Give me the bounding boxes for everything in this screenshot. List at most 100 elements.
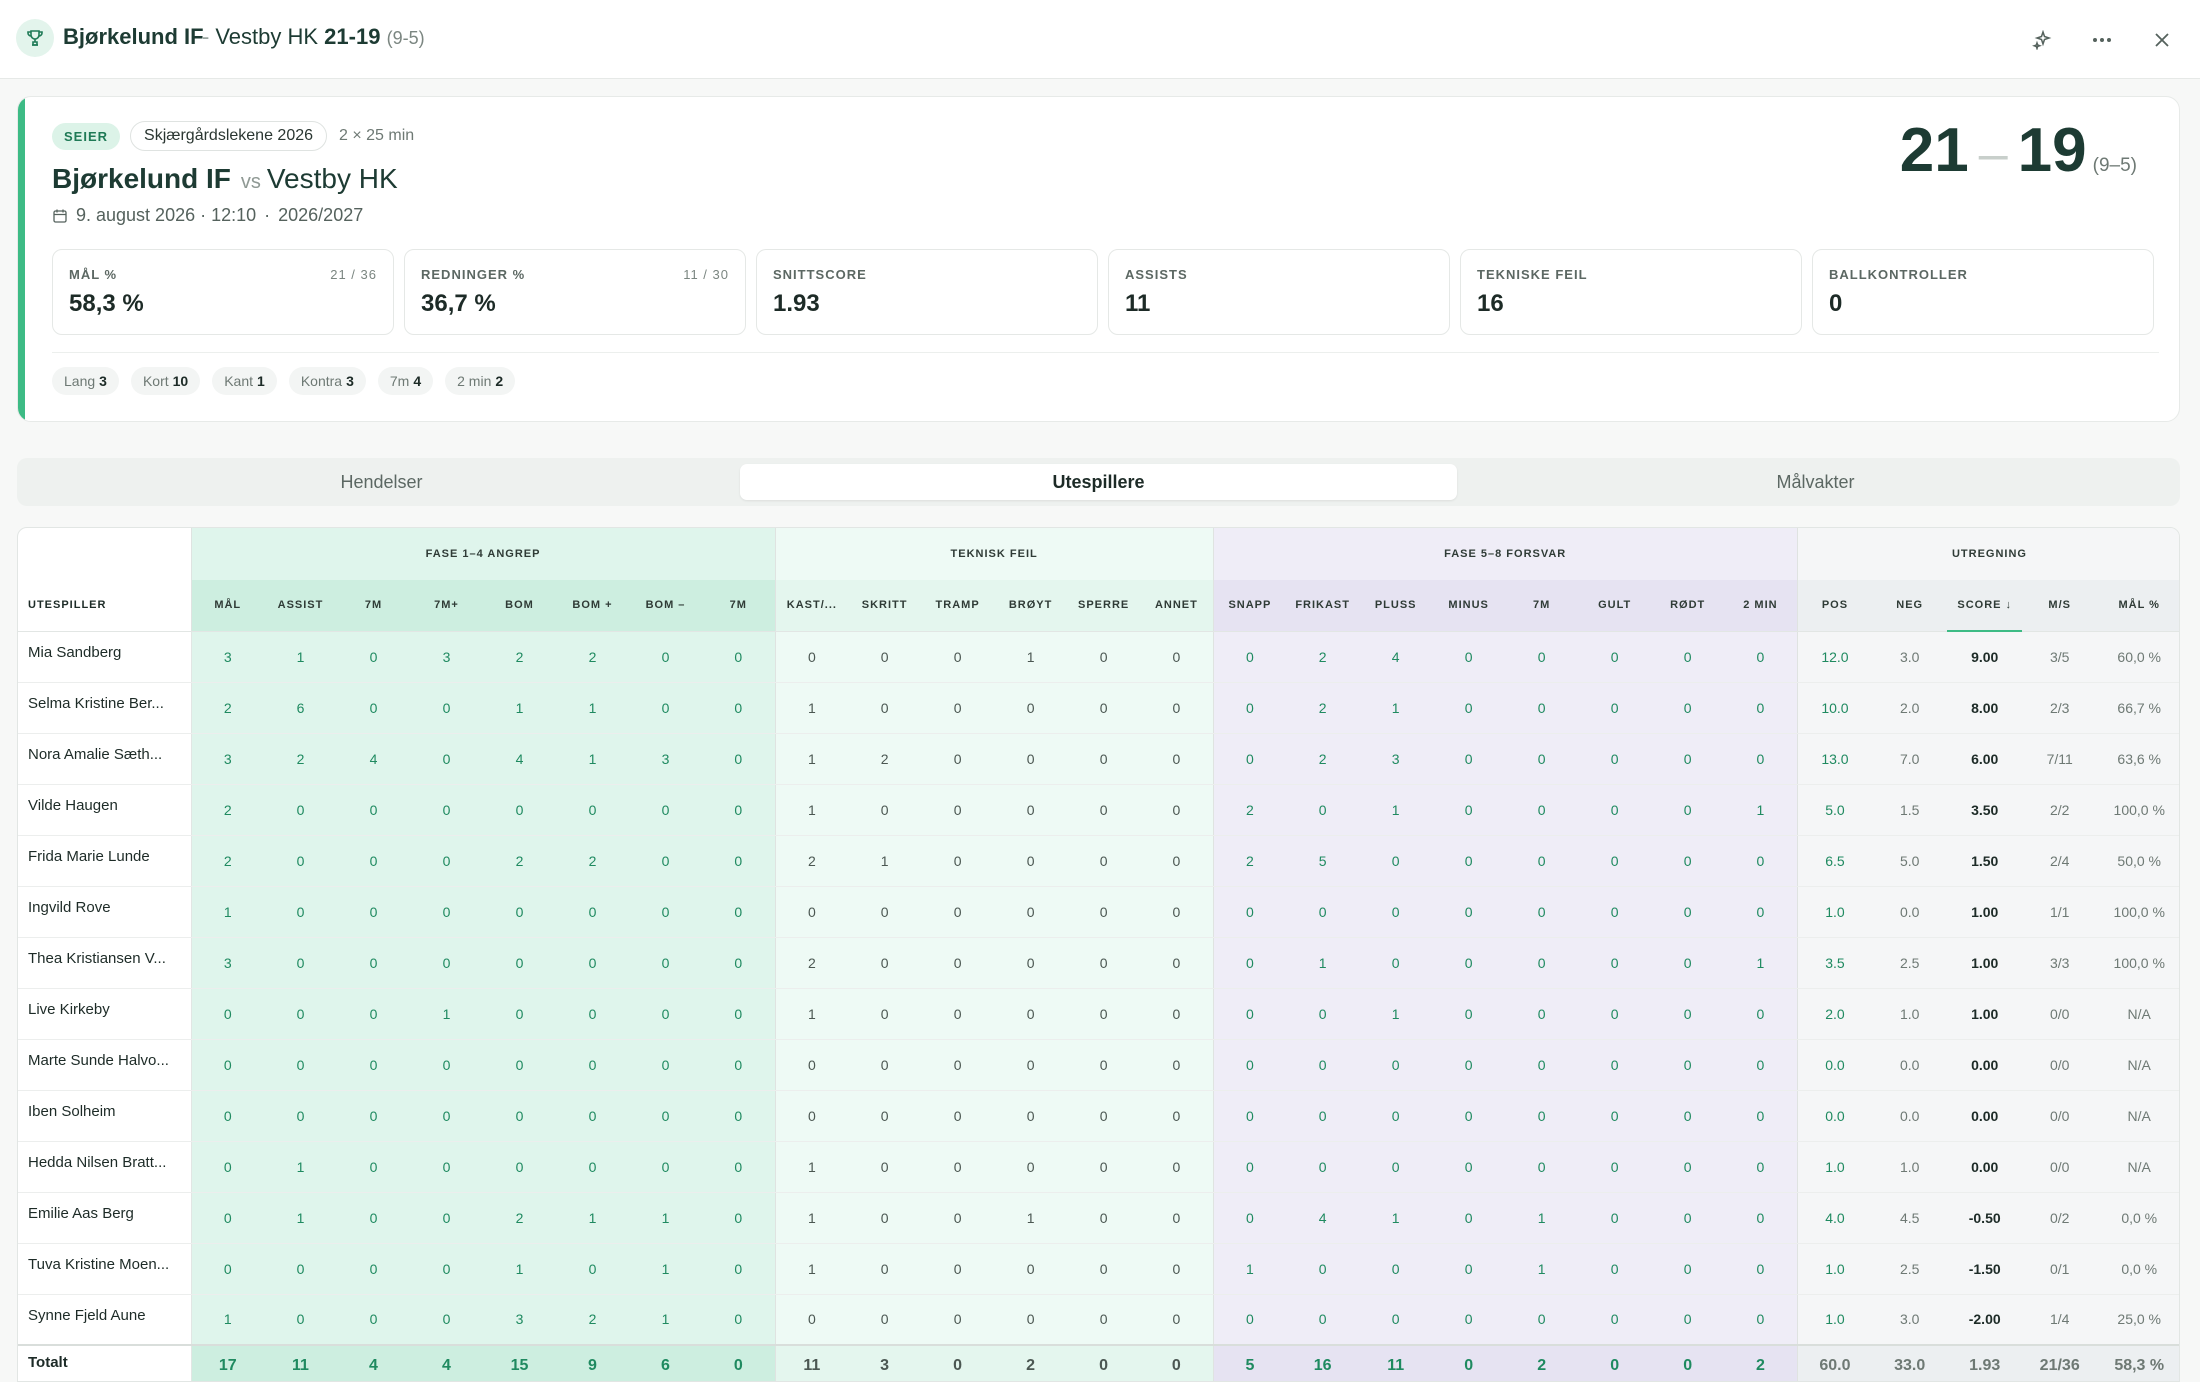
- column-header[interactable]: 7M+: [410, 580, 483, 632]
- sort-column-header[interactable]: SCORE ↓: [1947, 580, 2023, 632]
- stat-cell: 0: [994, 784, 1068, 836]
- tab-hendelser[interactable]: Hendelser: [23, 464, 740, 500]
- stat-cell: 0: [1359, 886, 1433, 938]
- more-button[interactable]: [2084, 22, 2120, 58]
- column-header[interactable]: NEG: [1872, 580, 1948, 632]
- chip-value: 1: [257, 373, 265, 389]
- stat-cell: 0: [1578, 886, 1652, 938]
- column-header[interactable]: MINUS: [1432, 580, 1506, 632]
- stat-cell: 0: [994, 835, 1068, 887]
- column-header[interactable]: MÅL %: [2097, 580, 2179, 632]
- stat-cell: 0: [1140, 784, 1214, 836]
- table-row[interactable]: Synne Fjeld Aune 1 0 0 0 3 2 1 0 0 0 0 0 0 0 0 0 0 0 0 0 0 0 1.…: [18, 1294, 2179, 1346]
- stat-cell: 60,0 %: [2097, 631, 2179, 683]
- stat-cell: 0: [1359, 937, 1433, 989]
- chip-label: Lang: [64, 373, 96, 389]
- total-cell: 0: [1140, 1344, 1214, 1381]
- stat-label: SNITTSCORE: [773, 267, 867, 282]
- stat-cell: 5.0: [1796, 784, 1873, 836]
- stat-cell: 0: [1724, 1243, 1798, 1295]
- chip-value: 3: [99, 373, 107, 389]
- total-cell: 0: [1578, 1344, 1652, 1381]
- column-header[interactable]: POS: [1796, 580, 1873, 632]
- total-cell: 6: [629, 1344, 702, 1381]
- stat-cell: 9.00: [1947, 631, 2023, 683]
- stat-cell: 2: [483, 631, 556, 683]
- match-summary-card: SEIER Skjærgårdslekene 2026 2 × 25 min B…: [17, 96, 2180, 422]
- column-header[interactable]: PLUSS: [1359, 580, 1433, 632]
- stat-cell: 0: [410, 1192, 483, 1244]
- calendar-icon: [53, 209, 67, 223]
- tab-malvakter[interactable]: Målvakter: [1457, 464, 2174, 500]
- chip: Lang 3: [52, 367, 119, 395]
- column-header[interactable]: KAST/...: [774, 580, 849, 632]
- stat-cell: 0: [1286, 784, 1360, 836]
- table-row[interactable]: Ingvild Rove 1 0 0 0 0 0 0 0 0 0 0 0 0 0 0 0 0 0 0 0 0 0 1.0 0.0…: [18, 886, 2179, 938]
- total-cell: 2: [1505, 1344, 1579, 1381]
- table-row[interactable]: Tuva Kristine Moen... 0 0 0 0 1 0 1 0 1 0 0 0 0 0 1 0 0 0 1…: [18, 1243, 2179, 1295]
- column-header[interactable]: 7M: [1505, 580, 1579, 632]
- stat-cell: 0: [1651, 1192, 1725, 1244]
- stat-cell: 0: [483, 886, 556, 938]
- stat-cell: 0: [629, 631, 702, 683]
- table-row[interactable]: Frida Marie Lunde 2 0 0 0 2 2 0 0 2 1 0 0 0 0 2 5 0 0 0 0 0 0 6…: [18, 835, 2179, 887]
- stat-cell: 2: [483, 835, 556, 887]
- stat-cell: 0: [1505, 835, 1579, 887]
- column-header[interactable]: M/S: [2022, 580, 2098, 632]
- stat-cell: 0: [1359, 1294, 1433, 1346]
- stat-cell: 0: [337, 784, 410, 836]
- column-header[interactable]: UTESPILLER: [18, 580, 191, 632]
- stat-cell: 2: [774, 835, 849, 887]
- column-header[interactable]: 2 MIN: [1724, 580, 1798, 632]
- column-header[interactable]: BOM –: [629, 580, 702, 632]
- stat-cell: -1.50: [1947, 1243, 2023, 1295]
- column-header[interactable]: BRØYT: [994, 580, 1068, 632]
- table-row[interactable]: Marte Sunde Halvo... 0 0 0 0 0 0 0 0 0 0 0 0 0 0 0 0 0 0 0 0…: [18, 1039, 2179, 1091]
- stat-cell: 2: [1212, 784, 1287, 836]
- table-row[interactable]: Nora Amalie Sæth... 3 2 4 0 4 1 3 0 1 2 0 0 0 0 0 2 3 0 0 0 0…: [18, 733, 2179, 785]
- stat-cell: 0: [264, 937, 337, 989]
- stat-cell: 0: [337, 682, 410, 734]
- column-header[interactable]: 7M: [337, 580, 410, 632]
- stat-cell: 0: [848, 1039, 922, 1091]
- stat-cell: 2: [1212, 835, 1287, 887]
- table-row[interactable]: Vilde Haugen 2 0 0 0 0 0 0 0 1 0 0 0 0 0 2 0 1 0 0 0 0 1 5.0 1.5…: [18, 784, 2179, 836]
- stat-label: ASSISTS: [1125, 267, 1188, 282]
- player-name: Nora Amalie Sæth...: [18, 733, 192, 785]
- stat-cell: 0: [1651, 1243, 1725, 1295]
- big-score: 21 – 19 (9–5): [1900, 115, 2137, 186]
- stat-cell: 0: [1067, 631, 1141, 683]
- close-button[interactable]: [2144, 22, 2180, 58]
- column-header[interactable]: SNAPP: [1212, 580, 1287, 632]
- table-row[interactable]: Selma Kristine Ber... 2 6 0 0 1 1 0 0 1 0 0 0 0 0 0 2 1 0 0…: [18, 682, 2179, 734]
- column-header[interactable]: BOM: [483, 580, 556, 632]
- table-row[interactable]: Iben Solheim 0 0 0 0 0 0 0 0 0 0 0 0 0 0 0 0 0 0 0 0 0 0 0.0 0.0…: [18, 1090, 2179, 1142]
- stat-cell: 0: [774, 1294, 849, 1346]
- column-header[interactable]: TRAMP: [921, 580, 995, 632]
- tab-utespillere[interactable]: Utespillere: [740, 464, 1457, 500]
- chip: Kontra 3: [288, 367, 366, 395]
- table-row[interactable]: Live Kirkeby 0 0 0 1 0 0 0 0 1 0 0 0 0 0 0 0 1 0 0 0 0 0 2.0 1.0…: [18, 988, 2179, 1040]
- column-header[interactable]: 7M: [702, 580, 776, 632]
- column-header[interactable]: GULT: [1578, 580, 1652, 632]
- stat-cell: 0: [1067, 1090, 1141, 1142]
- column-header[interactable]: SPERRE: [1067, 580, 1141, 632]
- stat-cell: 0: [1578, 1192, 1652, 1244]
- stat-cell: 1: [556, 733, 629, 785]
- stat-cell: 0: [702, 1294, 776, 1346]
- stat-cell: 0: [1067, 1039, 1141, 1091]
- stat-cell: 0: [264, 1039, 337, 1091]
- sparkle-button[interactable]: [2024, 22, 2060, 58]
- column-header[interactable]: RØDT: [1651, 580, 1725, 632]
- column-header[interactable]: ANNET: [1140, 580, 1214, 632]
- column-header[interactable]: SKRITT: [848, 580, 922, 632]
- table-row[interactable]: Emilie Aas Berg 0 1 0 0 2 1 1 0 1 0 0 1 0 0 0 4 1 0 1 0 0 0 4.0…: [18, 1192, 2179, 1244]
- score-separator: –: [1978, 125, 2008, 183]
- column-header[interactable]: FRIKAST: [1286, 580, 1360, 632]
- column-header[interactable]: BOM +: [556, 580, 629, 632]
- column-header[interactable]: MÅL: [190, 580, 264, 632]
- table-row[interactable]: Thea Kristiansen V... 3 0 0 0 0 0 0 0 2 0 0 0 0 0 0 1 0 0 0…: [18, 937, 2179, 989]
- column-header[interactable]: ASSIST: [264, 580, 337, 632]
- table-row[interactable]: Hedda Nilsen Bratt... 0 1 0 0 0 0 0 0 1 0 0 0 0 0 0 0 0 0 0…: [18, 1141, 2179, 1193]
- table-row[interactable]: Mia Sandberg 3 1 0 3 2 2 0 0 0 0 0 1 0 0 0 2 4 0 0 0 0 0 12.0 3.…: [18, 631, 2179, 683]
